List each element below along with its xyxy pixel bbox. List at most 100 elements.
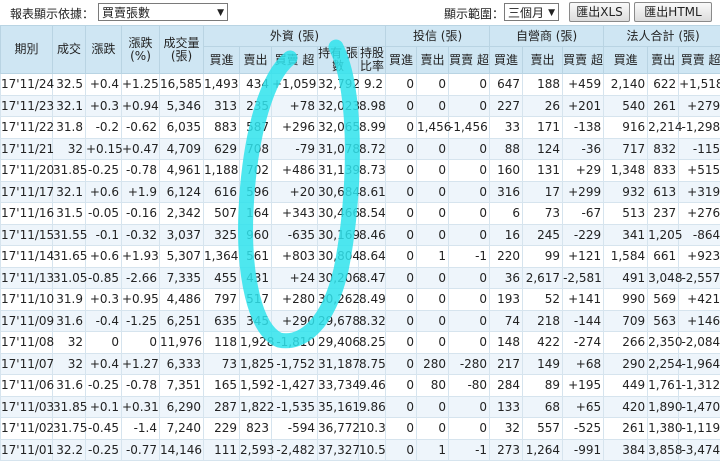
report-basis-label: 報表顯示依據：: [10, 5, 94, 22]
table-row: 17'11/1431.65+0.6+1.935,3071,364561+8033…: [1, 246, 720, 268]
cell-foreign-sell: 708: [240, 138, 272, 160]
cell-close: 31.05: [53, 267, 86, 289]
cell-volume: 6,035: [160, 117, 204, 139]
cell-trust-sell: 0: [417, 289, 449, 311]
cell-dealer-net: -67: [563, 203, 604, 225]
cell-volume: 6,124: [160, 181, 204, 203]
cell-total-sell: 261: [648, 95, 679, 117]
cell-volume: 2,342: [160, 203, 204, 225]
cell-trust-sell: 0: [417, 418, 449, 440]
cell-change-pct: -1.25: [122, 310, 160, 332]
cell-trust-net: 0: [449, 224, 490, 246]
cell-change: -0.85: [86, 267, 122, 289]
cell-foreign-net: -79: [272, 138, 318, 160]
cell-foreign-buy: 325: [204, 224, 240, 246]
cell-total-sell: 1,205: [648, 224, 679, 246]
cell-foreign-hold: 30,684: [318, 181, 359, 203]
cell-foreign-sell: 431: [240, 267, 272, 289]
col-dealer-sell: 賣出: [523, 47, 563, 74]
cell-dealer-net: -144: [563, 310, 604, 332]
cell-total-sell: 613: [648, 181, 679, 203]
cell-dealer-buy: 33: [490, 117, 523, 139]
cell-foreign-net: -1,810: [272, 332, 318, 354]
cell-dealer-buy: 160: [490, 160, 523, 182]
cell-foreign-net: -1,535: [272, 396, 318, 418]
cell-foreign-hold: 30,169: [318, 224, 359, 246]
cell-volume: 7,351: [160, 375, 204, 397]
cell-close: 31.6: [53, 310, 86, 332]
cell-date: 17'11/17: [1, 181, 53, 203]
cell-trust-net: -280: [449, 353, 490, 375]
cell-foreign-buy: 1,364: [204, 246, 240, 268]
cell-total-sell: 237: [648, 203, 679, 225]
cell-total-sell: 2,254: [648, 353, 679, 375]
cell-date: 17'11/20: [1, 160, 53, 182]
export-html-button[interactable]: 匯出HTML: [634, 2, 712, 22]
cell-trust-net: 0: [449, 203, 490, 225]
col-total-buy: 買進: [604, 47, 648, 74]
cell-total-buy: 261: [604, 418, 648, 440]
cell-trust-buy: 0: [386, 95, 417, 117]
cell-trust-sell: 0: [417, 396, 449, 418]
cell-foreign-net: +1,059: [272, 74, 318, 96]
cell-foreign-buy: 616: [204, 181, 240, 203]
cell-trust-net: -1: [449, 246, 490, 268]
cell-foreign-net: +296: [272, 117, 318, 139]
cell-date: 17'11/24: [1, 74, 53, 96]
cell-trust-net: 0: [449, 95, 490, 117]
cell-foreign-hold: 30,262: [318, 289, 359, 311]
cell-trust-buy: 0: [386, 224, 417, 246]
cell-volume: 4,709: [160, 138, 204, 160]
col-foreign-net: 買賣 超: [272, 47, 318, 74]
cell-dealer-buy: 647: [490, 74, 523, 96]
cell-change: -0.05: [86, 203, 122, 225]
cell-close: 31.5: [53, 203, 86, 225]
cell-close: 31.75: [53, 418, 86, 440]
cell-foreign-sell: 1,592: [240, 375, 272, 397]
chevron-down-icon: ▼: [548, 4, 555, 22]
cell-foreign-sell: 164: [240, 203, 272, 225]
cell-date: 17'11/10: [1, 289, 53, 311]
cell-foreign-sell: 596: [240, 181, 272, 203]
cell-change: -0.25: [86, 160, 122, 182]
cell-close: 31.85: [53, 160, 86, 182]
col-date: 期別: [1, 26, 53, 74]
cell-total-sell: 563: [648, 310, 679, 332]
cell-dealer-sell: 171: [523, 117, 563, 139]
export-xls-button[interactable]: 匯出XLS: [569, 2, 630, 22]
institutional-trading-table: 期別 成交 漲跌 漲跌 (%) 成交量 (張) 外資 (張) 投信 (張) 自營…: [0, 25, 720, 461]
cell-trust-net: 0: [449, 74, 490, 96]
table-row: 17'11/2231.8-0.2-0.626,035883587+29632,0…: [1, 117, 720, 139]
cell-date: 17'11/16: [1, 203, 53, 225]
report-basis-select[interactable]: 買賣張數 ▼: [98, 3, 228, 21]
cell-change-pct: 0: [122, 332, 160, 354]
cell-foreign-buy: 229: [204, 418, 240, 440]
col-dealer-buy: 買進: [490, 47, 523, 74]
col-trust-buy: 買進: [386, 47, 417, 74]
cell-change: +0.4: [86, 353, 122, 375]
cell-date: 17'11/06: [1, 375, 53, 397]
cell-foreign-net: -1,427: [272, 375, 318, 397]
cell-total-buy: 290: [604, 353, 648, 375]
cell-volume: 7,335: [160, 267, 204, 289]
table-row: 17'11/2332.1+0.3+0.945,346313235+7832,02…: [1, 95, 720, 117]
toolbar: 報表顯示依據： 買賣張數 ▼ 顯示範圍： 三個月 ▼ 匯出XLS 匯出HTML: [0, 0, 720, 24]
cell-foreign-hold-ratio: 8.54: [359, 203, 386, 225]
cell-trust-buy: 0: [386, 181, 417, 203]
cell-dealer-sell: 149: [523, 353, 563, 375]
cell-dealer-sell: 52: [523, 289, 563, 311]
cell-foreign-sell: 434: [240, 74, 272, 96]
cell-dealer-sell: 245: [523, 224, 563, 246]
cell-dealer-buy: 217: [490, 353, 523, 375]
cell-total-sell: 2,350: [648, 332, 679, 354]
cell-foreign-buy: 118: [204, 332, 240, 354]
cell-trust-sell: 0: [417, 138, 449, 160]
cell-trust-net: 0: [449, 332, 490, 354]
cell-trust-net: 0: [449, 418, 490, 440]
cell-foreign-buy: 635: [204, 310, 240, 332]
cell-total-net: +515: [679, 160, 720, 182]
cell-change-pct: -2.66: [122, 267, 160, 289]
cell-change: 0: [86, 332, 122, 354]
range-select[interactable]: 三個月 ▼: [504, 3, 559, 21]
cell-date: 17'11/08: [1, 332, 53, 354]
